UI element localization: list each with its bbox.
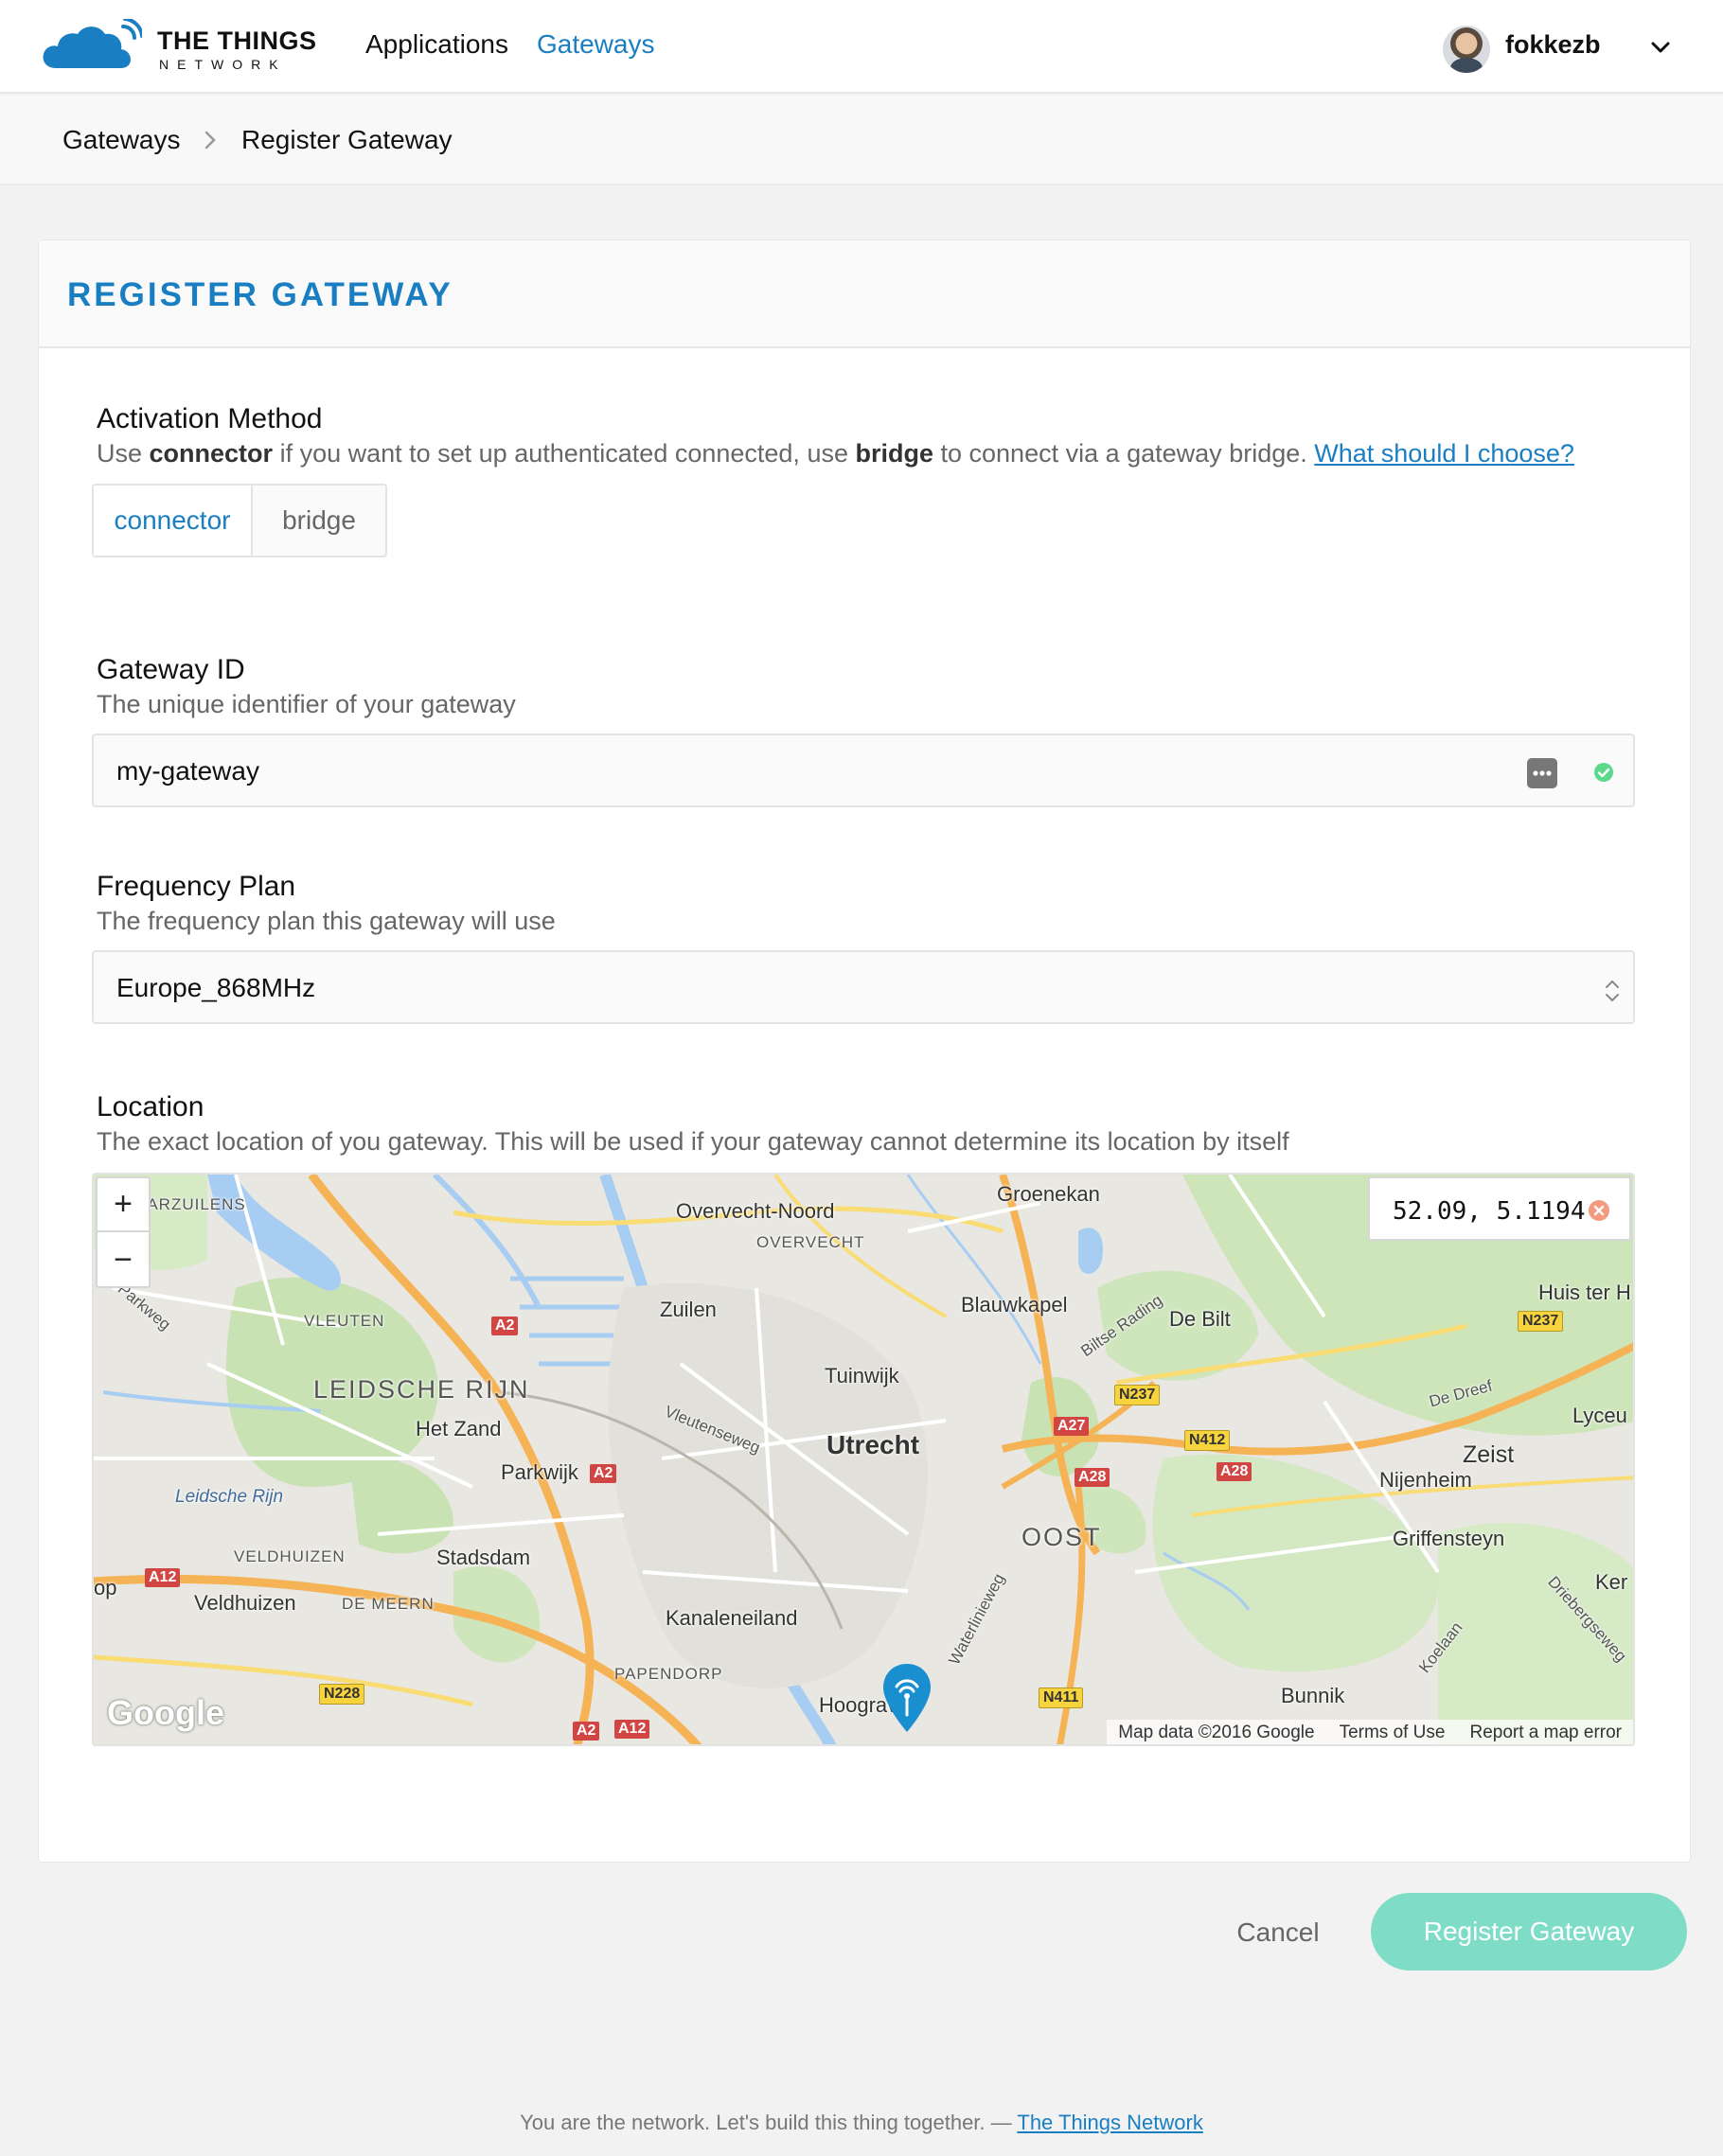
- map-label: Stadsdam: [436, 1546, 531, 1569]
- activation-method-toggle: connector bridge: [92, 484, 387, 557]
- map-label: VELDHUIZEN: [234, 1547, 346, 1565]
- chevron-down-icon[interactable]: [1649, 36, 1672, 59]
- gateway-id-label: Gateway ID: [97, 654, 245, 685]
- map-label: AARZUILENS: [135, 1195, 246, 1213]
- breadcrumb-gateways[interactable]: Gateways: [62, 125, 181, 155]
- chevron-right-icon: [204, 131, 216, 150]
- map-label: PAPENDORP: [614, 1665, 723, 1683]
- map-attribution: Map data ©2016 Google Terms of Use Repor…: [1107, 1720, 1633, 1744]
- map-label: Veldhuizen: [194, 1591, 296, 1615]
- map-label: DE MEERN: [342, 1595, 435, 1613]
- connector-option[interactable]: connector: [94, 486, 253, 556]
- map-label: Overvecht-Noord: [676, 1199, 835, 1223]
- top-navbar: THE THINGS NETWORK Applications Gateways…: [0, 0, 1723, 94]
- map-label: Het Zand: [416, 1417, 502, 1440]
- road-shield: A27: [1054, 1417, 1090, 1436]
- clear-icon[interactable]: [1588, 1199, 1610, 1222]
- cancel-button[interactable]: Cancel: [1221, 1914, 1335, 1952]
- register-gateway-card: REGISTER GATEWAY Activation Method Use c…: [38, 239, 1691, 1863]
- map-label: Griffensteyn: [1393, 1527, 1505, 1550]
- road-shield: A12: [614, 1720, 650, 1739]
- nav-applications[interactable]: Applications: [365, 29, 508, 60]
- map-label: Ker: [1595, 1570, 1628, 1594]
- breadcrumb: Gateways Register Gateway: [0, 96, 1723, 186]
- ttn-logo[interactable]: THE THINGS NETWORK: [40, 19, 316, 76]
- map-label: Tuinwijk: [825, 1364, 899, 1387]
- zoom-in-button[interactable]: +: [98, 1178, 149, 1232]
- map-label: Bunnik: [1281, 1684, 1345, 1707]
- location-description: The exact location of you gateway. This …: [97, 1127, 1289, 1156]
- frequency-plan-description: The frequency plan this gateway will use: [97, 907, 556, 935]
- register-gateway-button[interactable]: Register Gateway: [1371, 1893, 1687, 1970]
- map-zoom-controls: + −: [96, 1176, 151, 1288]
- map-label: Lyceu: [1572, 1404, 1627, 1427]
- road-shield: A28: [1217, 1462, 1252, 1481]
- map-label: Utrecht: [826, 1430, 920, 1459]
- map-label: op: [94, 1576, 117, 1599]
- map-label: VLEUTEN: [304, 1312, 385, 1330]
- map-label: Huis ter H: [1538, 1281, 1631, 1304]
- card-header: REGISTER GATEWAY: [39, 240, 1690, 348]
- coordinates-field[interactable]: 52.09, 5.1194: [1368, 1176, 1631, 1241]
- logo-title: THE THINGS: [157, 27, 317, 55]
- road-shield: A28: [1075, 1468, 1110, 1487]
- map-label: Zuilen: [660, 1298, 717, 1321]
- map-label: OVERVECHT: [756, 1233, 865, 1251]
- check-circle-icon: [1594, 763, 1613, 782]
- nav-gateways[interactable]: Gateways: [537, 29, 655, 60]
- map-label: Zeist: [1463, 1441, 1515, 1468]
- road-shield: N228: [319, 1684, 365, 1705]
- more-options-icon[interactable]: [1527, 758, 1557, 788]
- gateway-marker-icon[interactable]: [880, 1662, 933, 1734]
- footer: You are the network. Let's build this th…: [0, 2111, 1723, 2135]
- activation-method-description: Use connector if you want to set up auth…: [97, 439, 1574, 468]
- footer-text: You are the network. Let's build this th…: [520, 2111, 1018, 2134]
- location-map[interactable]: AARZUILENS Overvecht-Noord OVERVECHT Gro…: [92, 1173, 1635, 1746]
- ttn-link[interactable]: The Things Network: [1017, 2111, 1202, 2134]
- coordinates-value: 52.09, 5.1194: [1393, 1197, 1586, 1226]
- page-title: REGISTER GATEWAY: [67, 276, 453, 313]
- map-label: Kanaleneiland: [666, 1606, 798, 1630]
- report-map-error-link[interactable]: Report a map error: [1469, 1723, 1622, 1744]
- gateway-id-description: The unique identifier of your gateway: [97, 690, 516, 718]
- map-label: LEIDSCHE RIJN: [313, 1375, 530, 1404]
- avatar[interactable]: [1443, 26, 1490, 73]
- map-label: De Bilt: [1169, 1307, 1231, 1331]
- frequency-plan-select[interactable]: Europe_868MHz: [92, 950, 1635, 1024]
- gateway-id-input[interactable]: my-gateway: [92, 733, 1635, 807]
- breadcrumb-register-gateway: Register Gateway: [241, 125, 453, 154]
- select-arrows-icon: [1606, 980, 1619, 1002]
- zoom-out-button[interactable]: −: [98, 1233, 149, 1287]
- road-shield: A2: [590, 1464, 617, 1483]
- map-base: [94, 1175, 1633, 1744]
- map-label: Blauwkapel: [961, 1293, 1068, 1317]
- road-shield: A12: [145, 1568, 181, 1587]
- activation-method-label: Activation Method: [97, 403, 323, 434]
- map-data-text: Map data ©2016 Google: [1118, 1723, 1315, 1742]
- logo-subtitle: NETWORK: [159, 57, 287, 72]
- road-shield: N411: [1039, 1688, 1084, 1708]
- google-logo: Google: [107, 1693, 224, 1732]
- road-shield: A2: [491, 1317, 519, 1335]
- road-shield: A2: [573, 1722, 600, 1741]
- map-label: OOST: [1021, 1523, 1102, 1551]
- cloud-logo-icon: [43, 19, 142, 68]
- map-label: Leidsche Rijn: [175, 1487, 284, 1507]
- frequency-plan-value: Europe_868MHz: [116, 973, 316, 1002]
- frequency-plan-label: Frequency Plan: [97, 871, 296, 902]
- road-shield: N237: [1518, 1311, 1564, 1332]
- terms-of-use-link[interactable]: Terms of Use: [1340, 1723, 1446, 1744]
- what-should-i-choose-link[interactable]: What should I choose?: [1314, 439, 1574, 468]
- map-label: Parkwijk: [501, 1460, 578, 1484]
- map-label: Nijenheim: [1379, 1468, 1472, 1492]
- road-shield: N412: [1184, 1430, 1231, 1451]
- map-label: Groenekan: [997, 1182, 1100, 1206]
- gateway-id-value: my-gateway: [116, 756, 259, 786]
- bridge-option[interactable]: bridge: [253, 486, 385, 556]
- username[interactable]: fokkezb: [1505, 30, 1601, 60]
- road-shield: N237: [1114, 1385, 1161, 1405]
- location-label: Location: [97, 1091, 204, 1122]
